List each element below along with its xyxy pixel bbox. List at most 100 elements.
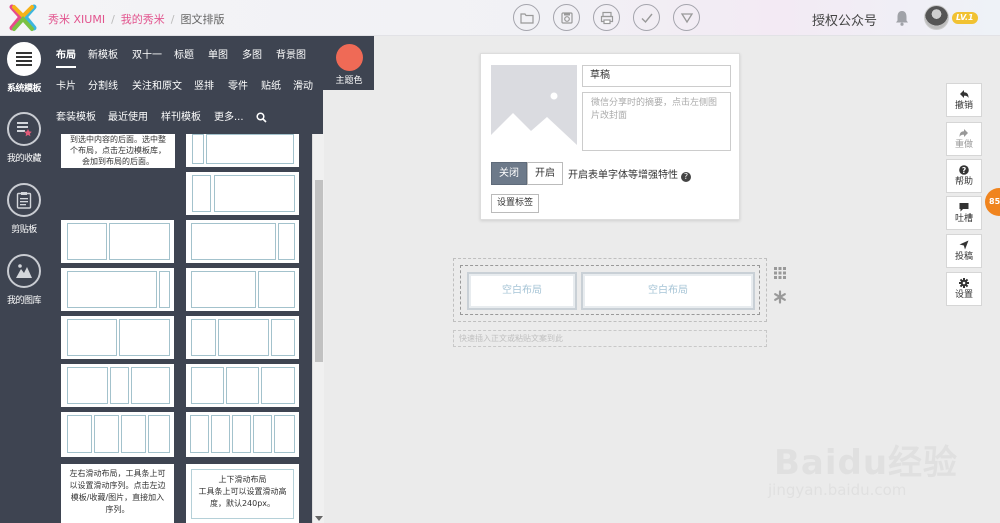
sidebar-item-favorites[interactable]: 我的收藏: [0, 112, 48, 164]
submit-article-button[interactable]: 投稿: [946, 234, 982, 268]
tab-recently-used[interactable]: 最近使用: [108, 108, 148, 128]
template-tile[interactable]: [186, 316, 299, 359]
tab-sample-templates[interactable]: 样刊模板: [161, 108, 201, 128]
undo-icon: [960, 90, 969, 98]
tab-layout[interactable]: 布局: [56, 46, 76, 68]
article-summary-input[interactable]: 微信分享时的摘要，点击左侧图片改封面: [582, 92, 731, 151]
enhance-feature-label: 开启表单字体等增强特性?: [568, 166, 691, 182]
breadcrumb: 秀米 XIUMI / 我的秀米 / 图文排版: [48, 13, 225, 26]
asterisk-settings-icon[interactable]: [773, 290, 787, 304]
template-tile-text[interactable]: 到选中内容的后面。选中整个布局，点击左边模板库，会加到布局的后面。: [61, 134, 175, 168]
sidebar-item-gallery[interactable]: 我的图库: [0, 254, 48, 306]
sidebar-item-label: 剪贴板: [11, 225, 37, 235]
breadcrumb-home-link[interactable]: 秀米 XIUMI: [48, 13, 105, 26]
tab-double-eleven[interactable]: 双十一: [132, 46, 162, 66]
help-label: 帮助: [954, 177, 973, 187]
drag-grid-icon[interactable]: [773, 266, 787, 280]
search-icon[interactable]: [256, 112, 267, 123]
theme-color-button[interactable]: 主题色: [332, 44, 366, 86]
save-to-cloud-icon[interactable]: [553, 4, 580, 31]
template-tile[interactable]: [61, 412, 174, 457]
scroll-down-arrow-icon[interactable]: [315, 516, 323, 521]
bell-icon[interactable]: [893, 9, 911, 27]
redo-icon: [959, 129, 968, 137]
redo-button[interactable]: 重做: [946, 122, 982, 156]
vertical-slide-title: 上下滑动布局: [218, 475, 267, 484]
template-tile-horizontal-slide[interactable]: 左右滑动布局，工具条上可以设置滑动序列。点击左边模板/收藏/图片，直接加入序列。: [61, 464, 174, 523]
triangle-down-icon[interactable]: [673, 4, 700, 31]
article-settings-card: 草稿 微信分享时的摘要，点击左侧图片改封面 关闭 开启 开启表单字体等增强特性?…: [480, 53, 740, 220]
tab-new-templates[interactable]: 新模板: [88, 46, 118, 66]
vertical-slide-desc: 工具条上可以设置滑动高度，默认240px。: [198, 487, 287, 508]
help-button[interactable]: ? 帮助: [946, 159, 982, 193]
template-tile-vertical-slide[interactable]: 上下滑动布局 工具条上可以设置滑动高度，默认240px。: [186, 464, 299, 523]
tab-multi-image[interactable]: 多图: [242, 46, 262, 66]
sidebar-item-label: 我的图库: [6, 296, 42, 306]
check-icon[interactable]: [633, 4, 660, 31]
gear-icon: [959, 278, 969, 288]
template-tile[interactable]: [186, 412, 299, 457]
sidebar-item-system-templates[interactable]: 系统模板: [0, 42, 48, 94]
scrollbar-thumb[interactable]: [315, 180, 323, 362]
image-placeholder-icon: [491, 92, 577, 151]
tab-stickers[interactable]: 贴纸: [261, 77, 281, 97]
cover-image-placeholder[interactable]: [491, 65, 577, 151]
template-tile[interactable]: [61, 220, 174, 263]
favorites-icon: [7, 112, 41, 146]
template-scrollbar[interactable]: [312, 134, 324, 523]
tab-divider[interactable]: 分割线: [88, 77, 118, 97]
submit-article-label: 投稿: [954, 252, 973, 262]
tab-background-image[interactable]: 背景图: [276, 46, 306, 66]
template-tile[interactable]: [186, 364, 299, 407]
tab-title[interactable]: 标题: [174, 46, 194, 66]
tab-suite-templates[interactable]: 套装模板: [56, 108, 96, 128]
undo-button[interactable]: 撤销: [946, 83, 982, 117]
breadcrumb-current-page: 图文排版: [180, 13, 225, 26]
watermark-brand: Baidu经验: [774, 443, 959, 483]
blank-layout-cell[interactable]: 空白布局: [467, 272, 577, 310]
print-icon[interactable]: [593, 4, 620, 31]
feedback-button[interactable]: 吐槽: [946, 196, 982, 230]
theme-color-label: 主题色: [335, 76, 363, 86]
blank-layout-cell[interactable]: 空白布局: [581, 272, 755, 310]
template-tile[interactable]: [61, 268, 174, 311]
template-tile[interactable]: [186, 172, 299, 215]
tab-single-image[interactable]: 单图: [208, 46, 228, 66]
tab-slide[interactable]: 滑动: [293, 77, 313, 97]
undo-label: 撤销: [954, 101, 973, 111]
enhance-on-button[interactable]: 开启: [527, 162, 563, 185]
redo-label: 重做: [954, 140, 973, 150]
tab-more[interactable]: 更多...: [214, 108, 244, 128]
left-sidebar: 系统模板 我的收藏 剪贴板 我的图库: [0, 36, 48, 523]
quick-paste-area[interactable]: 快速插入正文或粘贴文案到此: [453, 330, 767, 347]
enhance-off-button[interactable]: 关闭: [491, 162, 527, 185]
tab-card[interactable]: 卡片: [56, 77, 76, 97]
help-icon[interactable]: ?: [681, 172, 691, 182]
avatar[interactable]: [924, 5, 949, 30]
template-tile[interactable]: [61, 316, 174, 359]
comment-icon: [959, 203, 969, 212]
set-tags-button[interactable]: 设置标签: [491, 194, 540, 213]
top-bar: 秀米 XIUMI / 我的秀米 / 图文排版 授权公众号 LV.1: [0, 0, 1000, 36]
side-float-badge[interactable]: 85: [985, 188, 1000, 216]
watermark-url: jingyan.baidu.com: [768, 481, 907, 499]
theme-color-swatch: [335, 44, 363, 71]
template-tile[interactable]: [61, 364, 174, 407]
folder-icon[interactable]: [513, 4, 540, 31]
template-tile[interactable]: [186, 220, 299, 263]
settings-button[interactable]: 设置: [946, 272, 982, 306]
breadcrumb-my-xiumi-link[interactable]: 我的秀米: [121, 13, 165, 26]
tab-vertical[interactable]: 竖排: [194, 77, 214, 97]
xiumi-logo-icon[interactable]: [8, 4, 38, 32]
tab-follow-and-original[interactable]: 关注和原文: [132, 77, 182, 97]
send-icon: [959, 240, 969, 250]
blank-layout-block[interactable]: 空白布局 空白布局: [453, 258, 767, 322]
settings-label: 设置: [954, 290, 973, 300]
svg-text:?: ?: [962, 166, 966, 175]
article-title-input[interactable]: 草稿: [582, 65, 731, 87]
authorize-account-link[interactable]: 授权公众号: [812, 10, 877, 29]
tab-parts[interactable]: 零件: [228, 77, 248, 97]
sidebar-item-clipboard[interactable]: 剪贴板: [0, 183, 48, 235]
template-tile[interactable]: [186, 134, 299, 167]
template-tile[interactable]: [186, 268, 299, 311]
